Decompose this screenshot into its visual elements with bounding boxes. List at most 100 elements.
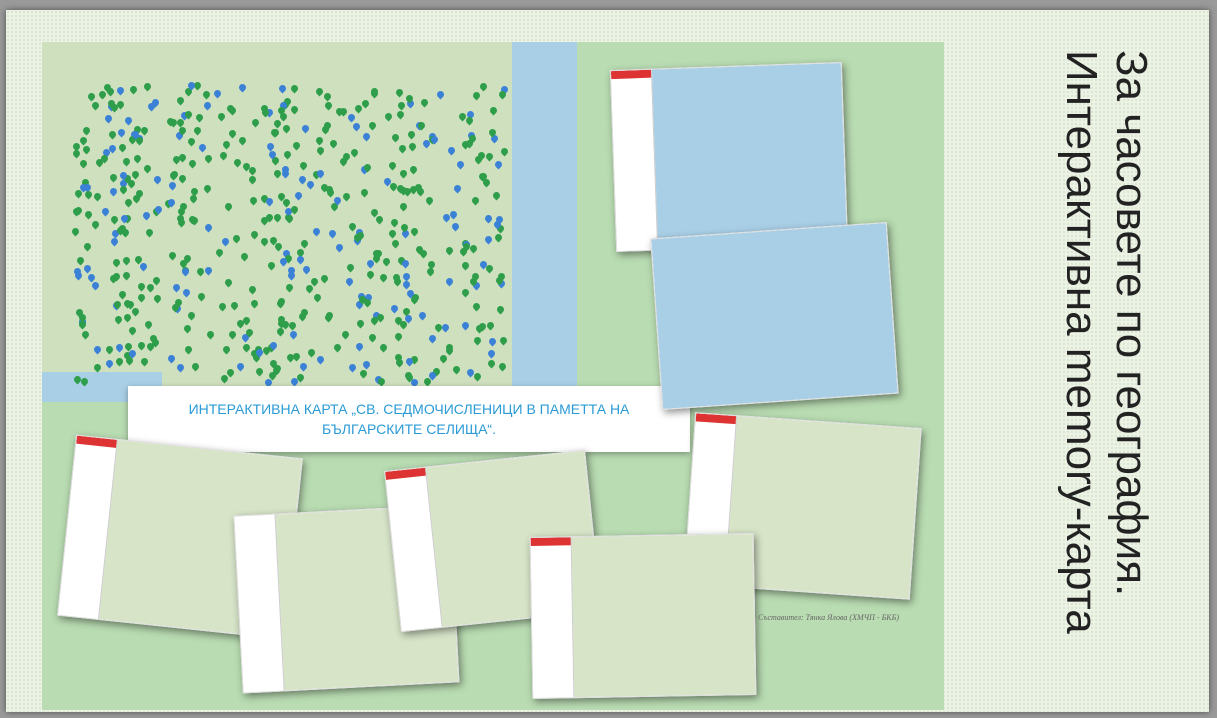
map-pin (417, 310, 428, 321)
map-pin (299, 238, 310, 249)
map-pin (311, 226, 322, 237)
map-pin (108, 172, 119, 183)
map-pin (483, 213, 494, 224)
black-sea (512, 42, 577, 402)
map-pin (341, 191, 352, 202)
map-pin (90, 100, 101, 111)
thumbnail-sidebar (610, 69, 659, 251)
map-pin (491, 190, 502, 201)
map-pin (123, 115, 134, 126)
map-pin (203, 100, 213, 111)
map-pin (365, 269, 376, 279)
thumbnail-header-bar (530, 537, 571, 546)
map-pin (350, 147, 360, 158)
map-pin (249, 229, 260, 240)
map-pin (72, 148, 82, 159)
map-pin (446, 145, 457, 156)
map-pin (383, 111, 394, 122)
map-pin (176, 217, 187, 228)
map-pin (498, 335, 509, 345)
map-pin (266, 260, 277, 271)
map-pin (346, 112, 357, 123)
map-pin (266, 141, 276, 152)
map-pin (438, 353, 449, 364)
map-pin (410, 226, 420, 237)
map-pin (345, 262, 356, 273)
map-pin (398, 168, 409, 179)
map-pin (281, 124, 291, 134)
map-pin (223, 277, 233, 288)
map-pin (487, 336, 498, 347)
map-pin (493, 159, 504, 170)
map-pin (415, 186, 426, 197)
map-pin (109, 214, 120, 225)
map-pin (81, 125, 91, 136)
map-pin (300, 123, 311, 134)
map-pin (136, 292, 147, 303)
map-pin (291, 351, 302, 362)
map-pin (78, 158, 89, 169)
map-pin (166, 354, 177, 364)
map-pin (499, 146, 510, 157)
map-pin (218, 150, 229, 160)
map-pin (175, 95, 186, 106)
map-pin (394, 87, 405, 98)
map-pin (203, 265, 214, 276)
thumbnail-sidebar (530, 537, 575, 698)
map-pin (392, 276, 403, 287)
map-pin (216, 111, 227, 122)
map-pin (419, 97, 430, 108)
map-pin (340, 329, 351, 340)
map-pin (468, 243, 479, 254)
map-pin (408, 164, 419, 175)
map-pin (495, 304, 506, 315)
map-pin (494, 233, 504, 243)
map-pin (301, 264, 312, 275)
map-pin (323, 100, 334, 111)
map-pin (197, 142, 208, 153)
screenshot-thumbnail (529, 533, 757, 699)
map-pin (298, 160, 309, 171)
map-pin (455, 159, 466, 170)
map-pin (195, 266, 206, 277)
map-pin (472, 371, 483, 382)
map-pin (249, 298, 260, 309)
map-pin (168, 250, 178, 261)
map-pin (183, 344, 194, 355)
map-pin (452, 183, 463, 194)
map-pin (115, 85, 126, 96)
map-pin (312, 292, 323, 303)
map-pin (460, 287, 471, 298)
map-pin (485, 320, 496, 331)
map-pin (186, 136, 197, 147)
map-pin (237, 135, 248, 146)
map-pin (486, 358, 497, 369)
map-pin (472, 301, 482, 312)
map-pin (361, 131, 372, 142)
map-pin (451, 364, 462, 375)
map-pin (401, 279, 412, 290)
map-pin (291, 140, 302, 151)
map-pin (86, 91, 97, 102)
map-pin (389, 303, 400, 314)
map-pin (398, 201, 409, 212)
map-pin (171, 282, 182, 293)
map-pin (175, 362, 186, 373)
map-pin (70, 226, 81, 237)
map-pin (361, 359, 372, 370)
map-pin (450, 221, 461, 232)
map-pin (250, 117, 260, 128)
map-pin (141, 210, 152, 221)
slide: ИНТЕРАКТИВНА КАРТА „СВ. СЕДМОЧИСЛЕНИЦИ В… (6, 10, 1209, 712)
map-pin (319, 273, 330, 283)
map-pin (247, 174, 258, 185)
map-pin (182, 323, 193, 334)
map-pin (227, 105, 238, 116)
map-pin (460, 320, 471, 331)
map-pin (113, 314, 124, 325)
map-pin (460, 260, 471, 271)
map-pin (390, 132, 401, 143)
map-pin (367, 333, 378, 343)
map-pin (108, 186, 119, 197)
map-pin (116, 127, 127, 138)
